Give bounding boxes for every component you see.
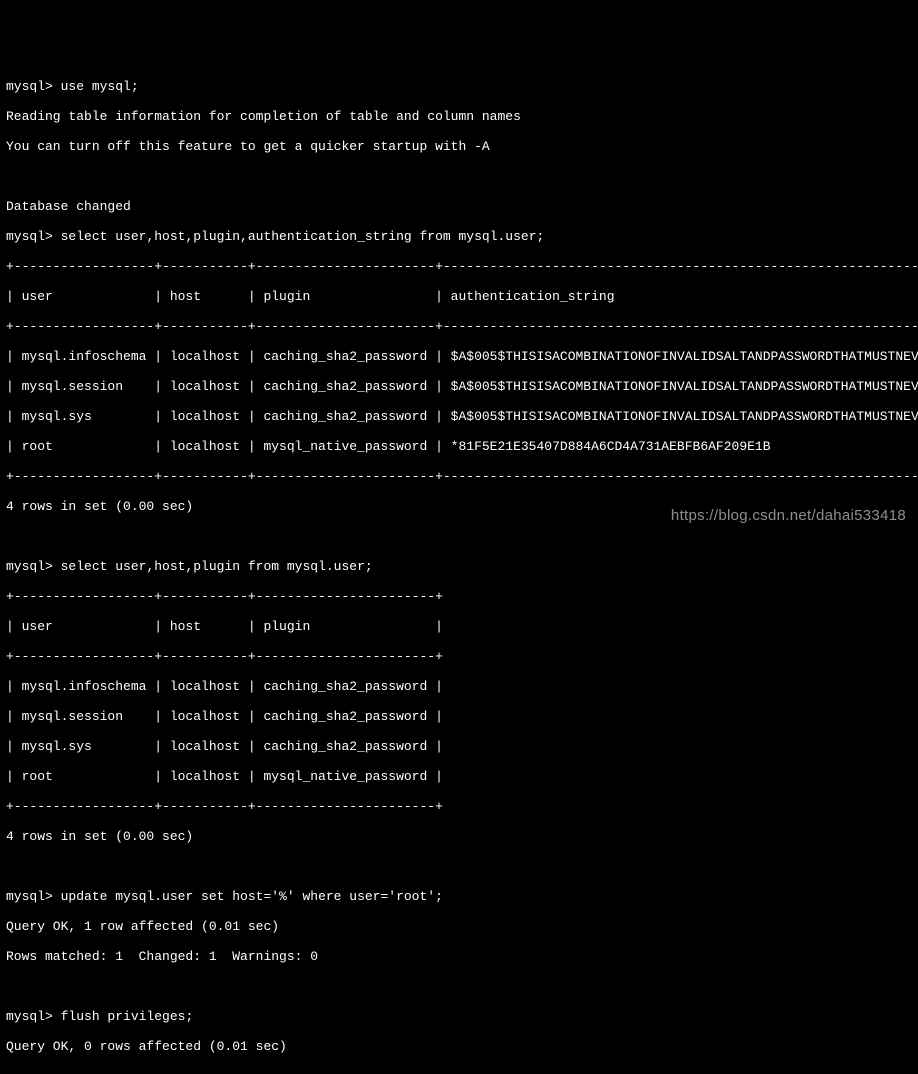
info-line: Reading table information for completion… [6, 109, 914, 124]
mysql-prompt: mysql> [6, 79, 53, 94]
rows-matched: Rows matched: 1 Changed: 1 Warnings: 0 [6, 949, 914, 964]
table-border: +------------------+-----------+--------… [6, 259, 914, 274]
mysql-prompt: mysql> [6, 1009, 53, 1024]
query-ok: Query OK, 0 rows affected (0.01 sec) [6, 1039, 914, 1054]
table-header: | user | host | plugin | authentication_… [6, 289, 914, 304]
table-row: | root | localhost | mysql_native_passwo… [6, 769, 914, 784]
terminal-output: mysql> use mysql; Reading table informat… [6, 64, 914, 1074]
table-row: | mysql.session | localhost | caching_sh… [6, 709, 914, 724]
blank-line [6, 169, 914, 184]
query-ok: Query OK, 1 row affected (0.01 sec) [6, 919, 914, 934]
table-row: | mysql.sys | localhost | caching_sha2_p… [6, 739, 914, 754]
cmd-use-mysql: use mysql; [61, 79, 139, 94]
blank-line [6, 859, 914, 874]
table-row: | mysql.infoschema | localhost | caching… [6, 349, 914, 364]
table-border: +------------------+-----------+--------… [6, 649, 914, 664]
table-row: | mysql.sys | localhost | caching_sha2_p… [6, 409, 914, 424]
mysql-prompt: mysql> [6, 559, 53, 574]
table-border: +------------------+-----------+--------… [6, 469, 914, 484]
cmd-select-full: select user,host,plugin,authentication_s… [61, 229, 545, 244]
table-header: | user | host | plugin | [6, 619, 914, 634]
watermark-text: https://blog.csdn.net/dahai533418 [671, 508, 906, 523]
mysql-prompt: mysql> [6, 889, 53, 904]
info-line: You can turn off this feature to get a q… [6, 139, 914, 154]
table-border: +------------------+-----------+--------… [6, 799, 914, 814]
db-changed: Database changed [6, 199, 914, 214]
cmd-flush: flush privileges; [61, 1009, 194, 1024]
table-row: | root | localhost | mysql_native_passwo… [6, 439, 914, 454]
cmd-select-short: select user,host,plugin from mysql.user; [61, 559, 373, 574]
result-summary: 4 rows in set (0.00 sec) [6, 829, 914, 844]
table-border: +------------------+-----------+--------… [6, 589, 914, 604]
table-row: | mysql.session | localhost | caching_sh… [6, 379, 914, 394]
blank-line [6, 1069, 914, 1074]
table-row: | mysql.infoschema | localhost | caching… [6, 679, 914, 694]
table-border: +------------------+-----------+--------… [6, 319, 914, 334]
mysql-prompt: mysql> [6, 229, 53, 244]
cmd-update: update mysql.user set host='%' where use… [61, 889, 443, 904]
blank-line [6, 979, 914, 994]
